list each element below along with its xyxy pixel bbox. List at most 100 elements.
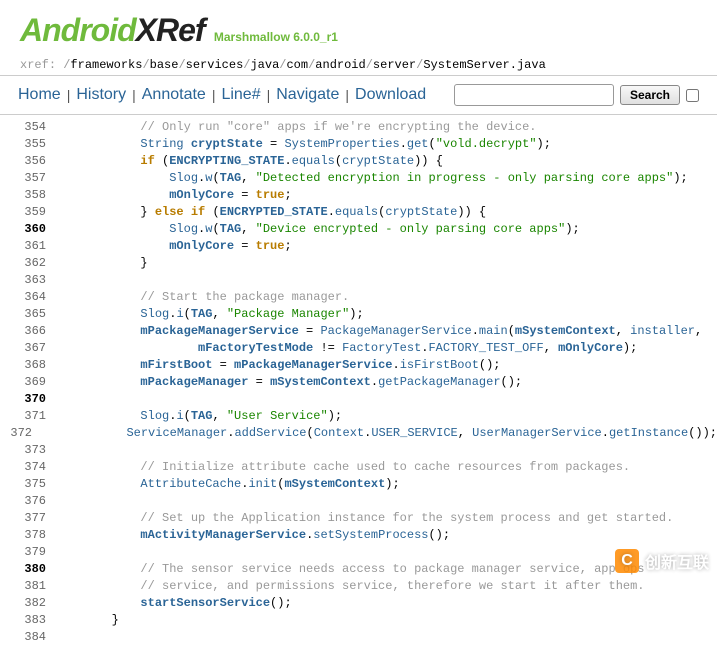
token-def[interactable]: TAG <box>191 409 213 423</box>
line-number[interactable]: 368 <box>10 357 54 374</box>
token-def[interactable]: mPackageManagerService <box>140 324 298 338</box>
token-ref[interactable]: AttributeCache <box>140 477 241 491</box>
token-ref[interactable]: cryptState <box>342 154 414 168</box>
breadcrumb-seg[interactable]: frameworks <box>70 58 142 72</box>
search-button[interactable]: Search <box>620 85 680 105</box>
token-def[interactable]: mFactoryTestMode <box>198 341 313 355</box>
search-checkbox[interactable] <box>686 89 699 102</box>
token-ref[interactable]: SystemProperties <box>284 137 399 151</box>
token-ref[interactable]: setSystemProcess <box>313 528 428 542</box>
token-def[interactable]: ENCRYPTED_STATE <box>220 205 328 219</box>
line-number[interactable]: 361 <box>10 238 54 255</box>
token-def[interactable]: mSystemContext <box>284 477 385 491</box>
token-ref[interactable]: get <box>407 137 429 151</box>
line-number[interactable]: 378 <box>10 527 54 544</box>
line-number[interactable]: 366 <box>10 323 54 340</box>
line-number[interactable]: 380 <box>10 561 54 578</box>
token-def[interactable]: mFirstBoot <box>140 358 212 372</box>
breadcrumb-seg[interactable]: base <box>150 58 179 72</box>
token-def[interactable]: TAG <box>220 171 242 185</box>
token-ref[interactable]: UserManagerService <box>472 426 602 440</box>
token-def[interactable]: mPackageManager <box>140 375 248 389</box>
token-ref[interactable]: Slog <box>169 222 198 236</box>
breadcrumb-seg[interactable]: server <box>373 58 416 72</box>
token-def[interactable]: TAG <box>191 307 213 321</box>
line-number[interactable]: 384 <box>10 629 54 646</box>
breadcrumb-seg[interactable]: com <box>286 58 308 72</box>
line-number[interactable]: 382 <box>10 595 54 612</box>
line-number[interactable]: 354 <box>10 119 54 136</box>
line-number[interactable]: 360 <box>10 221 54 238</box>
line-content <box>54 391 61 408</box>
token-def[interactable]: cryptState <box>191 137 263 151</box>
token-ref[interactable]: ServiceManager <box>126 426 227 440</box>
line-number[interactable]: 359 <box>10 204 54 221</box>
breadcrumb-seg[interactable]: SystemServer.java <box>423 58 545 72</box>
line-number[interactable]: 371 <box>10 408 54 425</box>
token-ref[interactable]: isFirstBoot <box>400 358 479 372</box>
token-ref[interactable]: Context <box>314 426 364 440</box>
line-number[interactable]: 373 <box>10 442 54 459</box>
token-def[interactable]: mActivityManagerService <box>140 528 306 542</box>
token-def[interactable]: mPackageManagerService <box>234 358 392 372</box>
nav-download[interactable]: Download <box>355 86 426 104</box>
line-number[interactable]: 356 <box>10 153 54 170</box>
token-ref[interactable]: init <box>248 477 277 491</box>
token-ref[interactable]: addService <box>234 426 306 440</box>
token-def[interactable]: mOnlyCore <box>558 341 623 355</box>
line-number[interactable]: 365 <box>10 306 54 323</box>
breadcrumb-seg[interactable]: android <box>315 58 365 72</box>
line-number[interactable]: 375 <box>10 476 54 493</box>
token-ref[interactable]: Slog <box>140 307 169 321</box>
token-ref[interactable]: installer <box>630 324 695 338</box>
line-number[interactable]: 369 <box>10 374 54 391</box>
logo-android[interactable]: Android <box>20 12 136 48</box>
nav-line[interactable]: Line# <box>221 86 260 104</box>
line-number[interactable]: 358 <box>10 187 54 204</box>
line-number[interactable]: 374 <box>10 459 54 476</box>
token-def[interactable]: mOnlyCore <box>169 188 234 202</box>
line-number[interactable]: 357 <box>10 170 54 187</box>
line-number[interactable]: 362 <box>10 255 54 272</box>
token-ref[interactable]: i <box>176 409 183 423</box>
token-ref[interactable]: FACTORY_TEST_OFF <box>428 341 543 355</box>
breadcrumb-seg[interactable]: services <box>186 58 244 72</box>
nav-annotate[interactable]: Annotate <box>142 86 206 104</box>
token-ref[interactable]: i <box>176 307 183 321</box>
token-ref[interactable]: Slog <box>169 171 198 185</box>
token-ref[interactable]: equals <box>292 154 335 168</box>
token-ref[interactable]: cryptState <box>385 205 457 219</box>
token-def[interactable]: startSensorService <box>140 596 270 610</box>
breadcrumb-segments: /frameworks/base/services/java/com/andro… <box>63 58 546 72</box>
line-number[interactable]: 376 <box>10 493 54 510</box>
token-def[interactable]: mSystemContext <box>270 375 371 389</box>
logo-xref[interactable]: XRef <box>136 12 205 48</box>
line-number[interactable]: 379 <box>10 544 54 561</box>
line-number[interactable]: 370 <box>10 391 54 408</box>
breadcrumb-seg[interactable]: java <box>250 58 279 72</box>
search-input[interactable] <box>454 84 614 106</box>
line-number[interactable]: 383 <box>10 612 54 629</box>
token-ref[interactable]: FactoryTest <box>342 341 421 355</box>
line-number[interactable]: 367 <box>10 340 54 357</box>
line-number[interactable]: 372 <box>10 425 40 442</box>
token-def[interactable]: mSystemContext <box>515 324 616 338</box>
token-ref[interactable]: equals <box>335 205 378 219</box>
nav-history[interactable]: History <box>76 86 126 104</box>
token-ref[interactable]: String <box>140 137 183 151</box>
line-number[interactable]: 377 <box>10 510 54 527</box>
nav-navigate[interactable]: Navigate <box>276 86 339 104</box>
token-ref[interactable]: Slog <box>140 409 169 423</box>
token-def[interactable]: mOnlyCore <box>169 239 234 253</box>
line-number[interactable]: 355 <box>10 136 54 153</box>
token-ref[interactable]: getInstance <box>609 426 688 440</box>
token-ref[interactable]: getPackageManager <box>378 375 500 389</box>
nav-home[interactable]: Home <box>18 86 61 104</box>
token-def[interactable]: ENCRYPTING_STATE <box>169 154 284 168</box>
token-ref[interactable]: PackageManagerService <box>320 324 471 338</box>
token-ref[interactable]: USER_SERVICE <box>371 426 457 440</box>
token-def[interactable]: TAG <box>220 222 242 236</box>
token-ref[interactable]: main <box>479 324 508 338</box>
line-number[interactable]: 364 <box>10 289 54 306</box>
line-number[interactable]: 363 <box>10 272 54 289</box>
